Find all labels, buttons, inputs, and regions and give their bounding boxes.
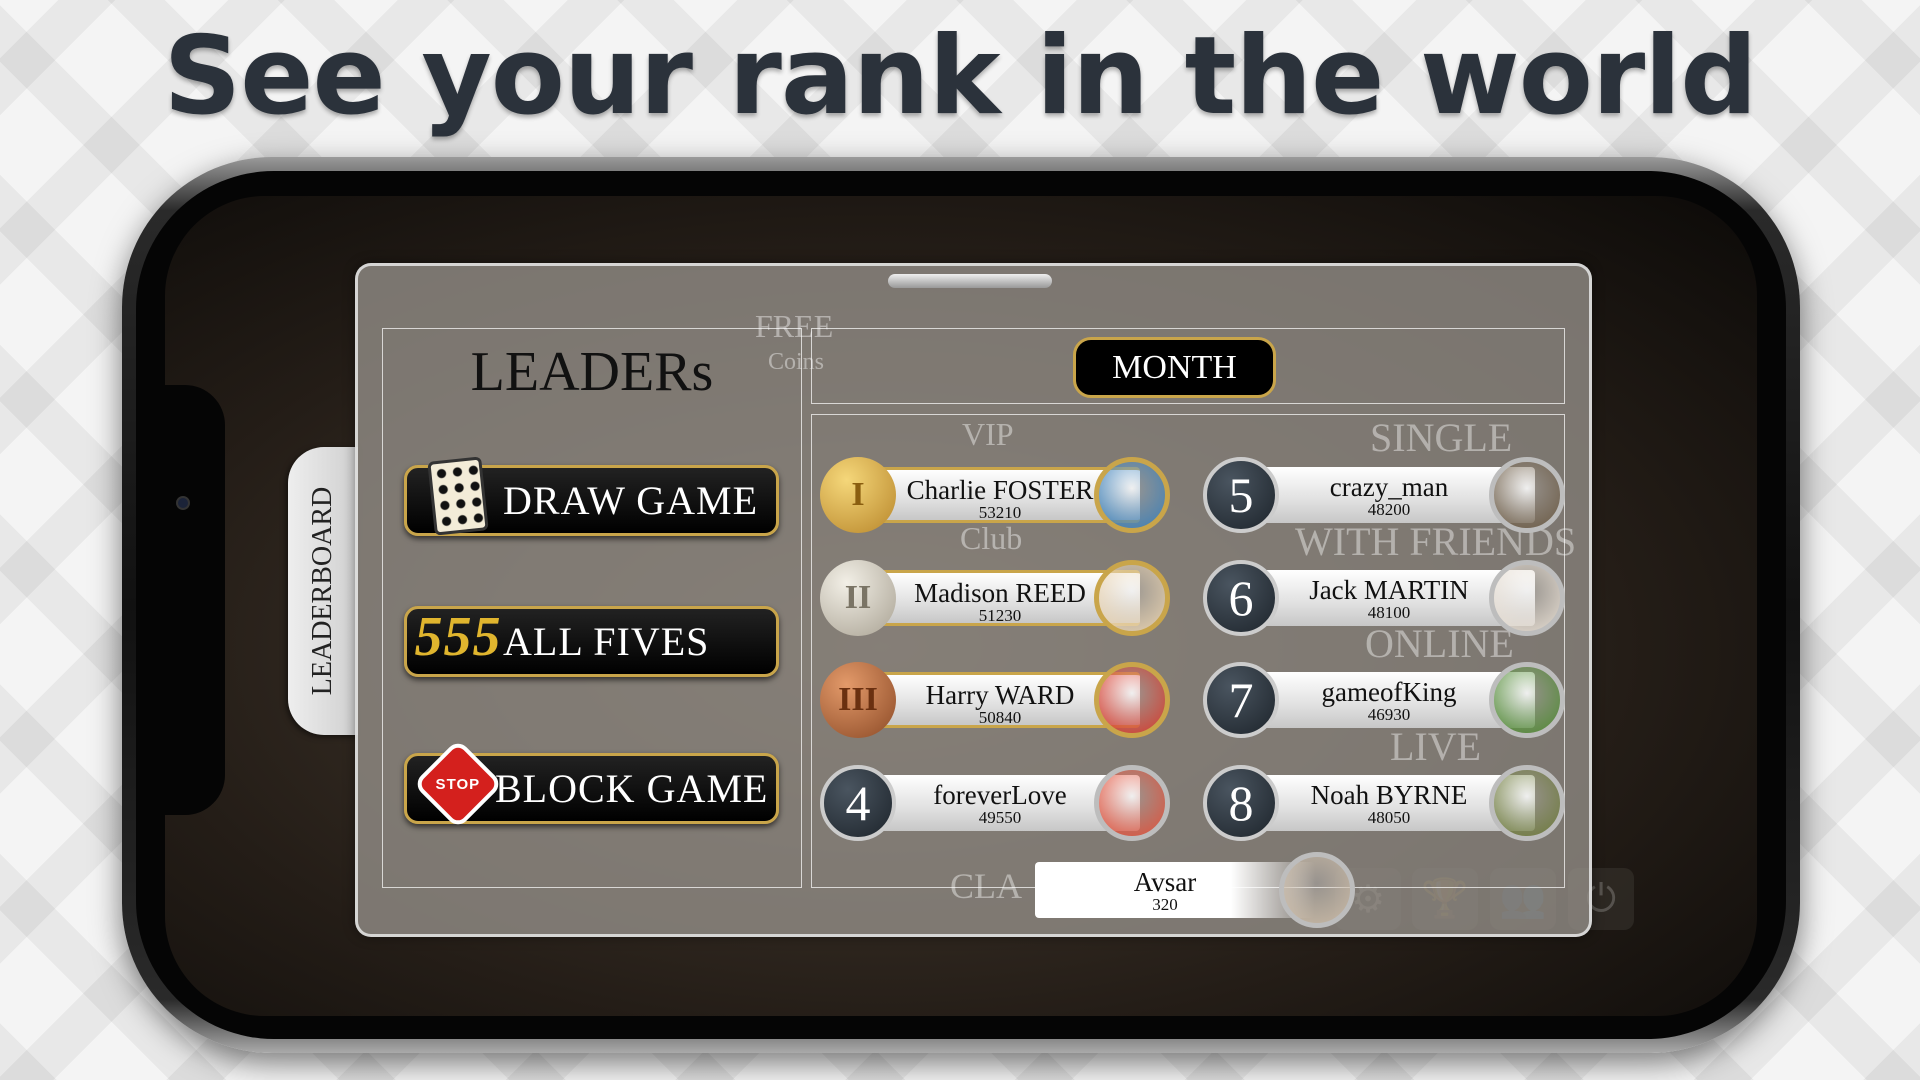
rank-badge: 4 bbox=[820, 765, 896, 841]
fives-icon: 555 bbox=[414, 606, 502, 668]
current-user-avatar bbox=[1279, 852, 1355, 928]
headline: See your rank in the world bbox=[163, 14, 1757, 139]
player-name: gameofKing bbox=[1321, 677, 1457, 707]
rank-badge: 6 bbox=[1203, 560, 1279, 636]
player-avatar bbox=[1489, 457, 1565, 533]
leaderboard-row[interactable]: Charlie FOSTER 53210 I bbox=[820, 455, 1170, 535]
player-score: 48200 bbox=[1367, 500, 1411, 519]
gold-medal-icon: I bbox=[820, 457, 896, 533]
player-avatar bbox=[1094, 662, 1170, 738]
player-name: crazy_man bbox=[1329, 472, 1449, 502]
player-avatar bbox=[1489, 560, 1565, 636]
current-user-score: 320 bbox=[1152, 895, 1178, 914]
player-name: Noah BYRNE bbox=[1310, 780, 1468, 810]
draw-game-label: DRAW GAME bbox=[503, 478, 759, 523]
player-name: Madison REED bbox=[914, 578, 1086, 608]
player-score: 53210 bbox=[978, 503, 1022, 522]
bronze-medal-icon: III bbox=[820, 662, 896, 738]
domino-tile-icon bbox=[423, 454, 493, 538]
player-score: 48100 bbox=[1367, 603, 1411, 622]
player-score: 51230 bbox=[978, 606, 1022, 625]
leaderboard-tab[interactable]: LEADERBOARD bbox=[288, 447, 358, 735]
rank-badge: 8 bbox=[1203, 765, 1279, 841]
player-avatar bbox=[1489, 662, 1565, 738]
player-name: Harry WARD bbox=[925, 680, 1075, 710]
player-avatar bbox=[1489, 765, 1565, 841]
rank-badge: 5 bbox=[1203, 457, 1279, 533]
player-avatar bbox=[1094, 457, 1170, 533]
silver-medal-icon: II bbox=[820, 560, 896, 636]
current-user-bar: Avsar 320 bbox=[1035, 862, 1315, 918]
all-fives-button[interactable]: 555 ALL FIVES bbox=[404, 606, 779, 677]
block-game-button[interactable]: STOP BLOCK GAME bbox=[404, 738, 779, 830]
stop-sign-icon: STOP bbox=[412, 738, 504, 830]
leaderboard-row[interactable]: gameofKing 46930 7 bbox=[1203, 660, 1565, 740]
leaderboard-row[interactable]: crazy_man 48200 5 bbox=[1203, 455, 1565, 535]
player-score: 48050 bbox=[1367, 808, 1411, 827]
leaderboard-row[interactable]: Jack MARTIN 48100 6 bbox=[1203, 558, 1565, 638]
panel-title: LEADERs bbox=[470, 341, 714, 403]
all-fives-label: ALL FIVES bbox=[503, 619, 710, 664]
player-score: 49550 bbox=[978, 808, 1022, 827]
player-name: Charlie FOSTER bbox=[906, 475, 1094, 505]
draw-game-button[interactable]: DRAW GAME bbox=[404, 456, 779, 536]
rank-badge: 7 bbox=[1203, 662, 1279, 738]
player-name: foreverLove bbox=[933, 780, 1067, 810]
player-score: 46930 bbox=[1367, 705, 1411, 724]
current-user-row[interactable]: Avsar 320 bbox=[1035, 850, 1355, 930]
leaderboard-row[interactable]: Harry WARD 50840 III bbox=[820, 660, 1170, 740]
block-game-label: BLOCK GAME bbox=[495, 766, 769, 811]
leaderboard-row[interactable]: Noah BYRNE 48050 8 bbox=[1203, 763, 1565, 843]
leaderboard-tab-label: LEADERBOARD bbox=[307, 486, 338, 696]
player-score: 50840 bbox=[978, 708, 1022, 727]
month-filter-button[interactable]: MONTH bbox=[1073, 337, 1276, 398]
leaderboard-row[interactable]: Madison REED 51230 II bbox=[820, 558, 1170, 638]
camera-icon bbox=[176, 496, 190, 510]
current-user-name: Avsar bbox=[1133, 867, 1197, 897]
phone-notch bbox=[165, 385, 225, 815]
leaderboard-row[interactable]: foreverLove 49550 4 bbox=[820, 763, 1170, 843]
player-name: Jack MARTIN bbox=[1309, 575, 1469, 605]
panel-drag-handle[interactable] bbox=[888, 274, 1052, 288]
player-avatar bbox=[1094, 560, 1170, 636]
player-avatar bbox=[1094, 765, 1170, 841]
